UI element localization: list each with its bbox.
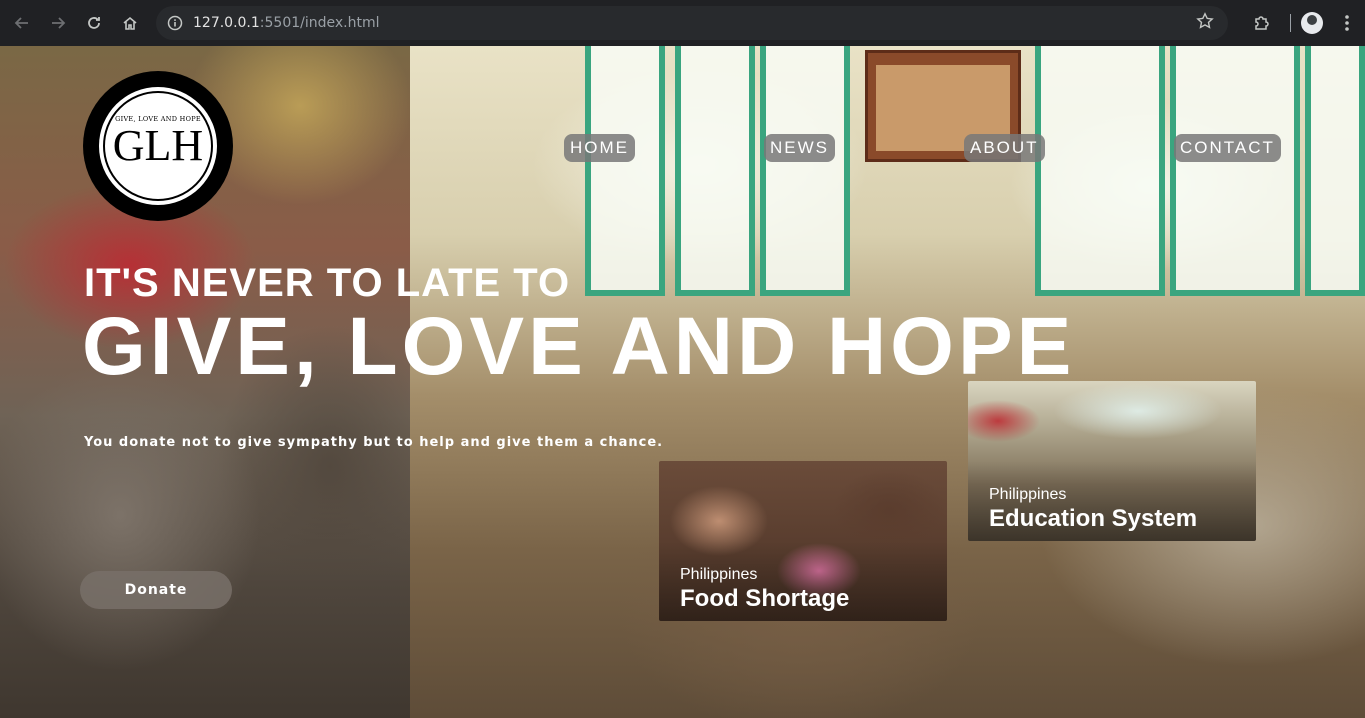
- browser-toolbar: 127.0.0.1:5501/index.html: [0, 0, 1365, 46]
- reload-icon[interactable]: [76, 5, 112, 41]
- menu-kebab-icon[interactable]: [1329, 5, 1365, 41]
- logo-mark: GLH: [112, 121, 204, 170]
- site-logo[interactable]: GIVE, LOVE AND HOPE GLH: [83, 71, 233, 221]
- back-arrow-icon[interactable]: [4, 5, 40, 41]
- extensions-puzzle-icon[interactable]: [1244, 5, 1280, 41]
- card-education-system[interactable]: Philippines Education System: [968, 381, 1256, 541]
- nav-home[interactable]: HOME: [564, 134, 635, 162]
- url-path: :5501/index.html: [259, 15, 380, 31]
- nav-contact[interactable]: CONTACT: [1174, 134, 1281, 162]
- card-country: Philippines: [989, 486, 1067, 503]
- nav-news[interactable]: NEWS: [764, 134, 835, 162]
- hero-headline: GIVE, LOVE AND HOPE: [82, 301, 1076, 392]
- card-country: Philippines: [680, 566, 758, 583]
- bookmark-star-icon[interactable]: [1196, 12, 1214, 35]
- url-text: 127.0.0.1:5501/index.html: [193, 15, 380, 31]
- toolbar-divider: [1290, 14, 1291, 32]
- nav-about[interactable]: ABOUT: [964, 134, 1045, 162]
- url-host: 127.0.0.1: [193, 15, 260, 31]
- card-title: Food Shortage: [680, 585, 850, 612]
- address-bar[interactable]: 127.0.0.1:5501/index.html: [156, 6, 1228, 40]
- card-food-shortage[interactable]: Philippines Food Shortage: [659, 461, 947, 621]
- site-info-icon[interactable]: [164, 12, 186, 34]
- forward-arrow-icon[interactable]: [40, 5, 76, 41]
- profile-avatar-icon[interactable]: [1301, 12, 1323, 34]
- card-title: Education System: [989, 505, 1198, 532]
- hero-tagline: IT'S NEVER TO LATE TO: [84, 261, 571, 305]
- donate-button[interactable]: Donate: [80, 571, 232, 609]
- web-page: GIVE, LOVE AND HOPE GLH HOME NEWS ABOUT …: [0, 46, 1365, 718]
- hero-subline: You donate not to give sympathy but to h…: [84, 435, 664, 450]
- home-icon[interactable]: [112, 5, 148, 41]
